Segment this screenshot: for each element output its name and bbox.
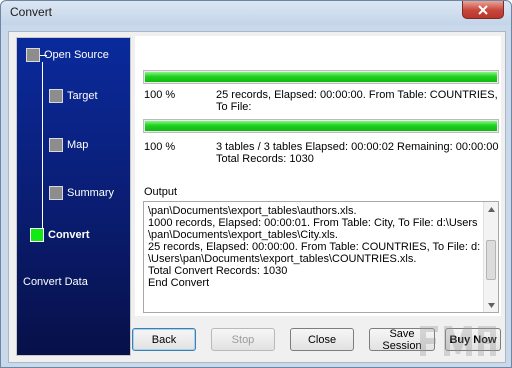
window-close-button[interactable]	[462, 1, 504, 19]
convert-panel: 100 % 25 records, Elapsed: 00:00:00. Fro…	[135, 36, 501, 316]
step-label: Map	[67, 139, 89, 151]
close-icon	[478, 4, 488, 15]
output-label: Output	[144, 186, 178, 198]
stop-button[interactable]: Stop	[211, 328, 275, 351]
arrow-up-icon	[487, 206, 495, 212]
output-line: 25 records, Elapsed: 00:00:00. From Tabl…	[148, 241, 481, 253]
table-progress-percent: 100 %	[144, 141, 176, 153]
dialog-body: Open Source Target Map Summary Convert C…	[8, 31, 506, 363]
wizard-step-summary[interactable]: Summary	[49, 186, 114, 200]
output-line: \pan\Documents\export_tables\City.xls.	[148, 229, 338, 241]
back-button[interactable]: Back	[132, 328, 196, 351]
step-marker-icon	[26, 48, 40, 62]
scroll-thumb[interactable]	[486, 240, 496, 280]
output-line: \pan\Documents\export_tables\authors.xls…	[148, 205, 357, 217]
output-line: Total Convert Records: 1030	[148, 265, 288, 277]
step-label: Summary	[67, 187, 115, 199]
wizard-sidebar: Open Source Target Map Summary Convert C…	[16, 37, 131, 356]
title-bar: Convert	[1, 1, 511, 25]
step-label: Open Source	[44, 49, 109, 61]
record-progress-status: 25 records, Elapsed: 00:00:00. From Tabl…	[216, 89, 498, 101]
step-marker-icon	[49, 89, 63, 103]
output-lines: \pan\Documents\export_tables\authors.xls…	[148, 205, 482, 289]
record-progress-percent: 100 %	[144, 89, 176, 101]
output-line: 1000 records, Elapsed: 00:00:01. From Ta…	[148, 217, 478, 229]
wizard-step-target[interactable]: Target	[49, 89, 98, 103]
table-progress-total: Total Records: 1030	[216, 153, 314, 165]
table-progress-status: 3 tables / 3 tables Elapsed: 00:00:02 Re…	[216, 141, 499, 153]
scroll-down-button[interactable]	[484, 298, 498, 312]
output-log[interactable]: \pan\Documents\export_tables\authors.xls…	[143, 201, 499, 313]
wizard-step-open-source[interactable]: Open Source	[26, 48, 109, 62]
output-scrollbar[interactable]	[483, 202, 498, 312]
table-progress-bar	[143, 119, 499, 133]
tree-connector	[42, 62, 43, 239]
close-button[interactable]: Close	[290, 328, 354, 351]
progress-fill	[145, 72, 497, 82]
watermark-logo	[420, 326, 496, 356]
step-marker-icon	[49, 138, 63, 152]
record-progress-file: To File:	[216, 101, 252, 113]
output-line: \Users\pan\Documents\export_tables\COUNT…	[148, 253, 417, 265]
scroll-up-button[interactable]	[484, 202, 498, 216]
wizard-step-convert[interactable]: Convert	[30, 228, 90, 242]
progress-fill	[145, 121, 497, 131]
wizard-step-map[interactable]: Map	[49, 138, 88, 152]
sidebar-footer-label: Convert Data	[23, 276, 88, 288]
record-progress-bar	[143, 70, 499, 84]
step-label: Convert	[48, 229, 90, 241]
step-marker-active-icon	[30, 228, 44, 242]
step-label: Target	[67, 90, 98, 102]
convert-window: Convert Open Source Target Map Summary C…	[0, 0, 512, 368]
window-title: Convert	[10, 5, 53, 19]
step-marker-icon	[49, 186, 63, 200]
arrow-down-icon	[487, 302, 495, 308]
output-line: End Convert	[148, 277, 210, 289]
